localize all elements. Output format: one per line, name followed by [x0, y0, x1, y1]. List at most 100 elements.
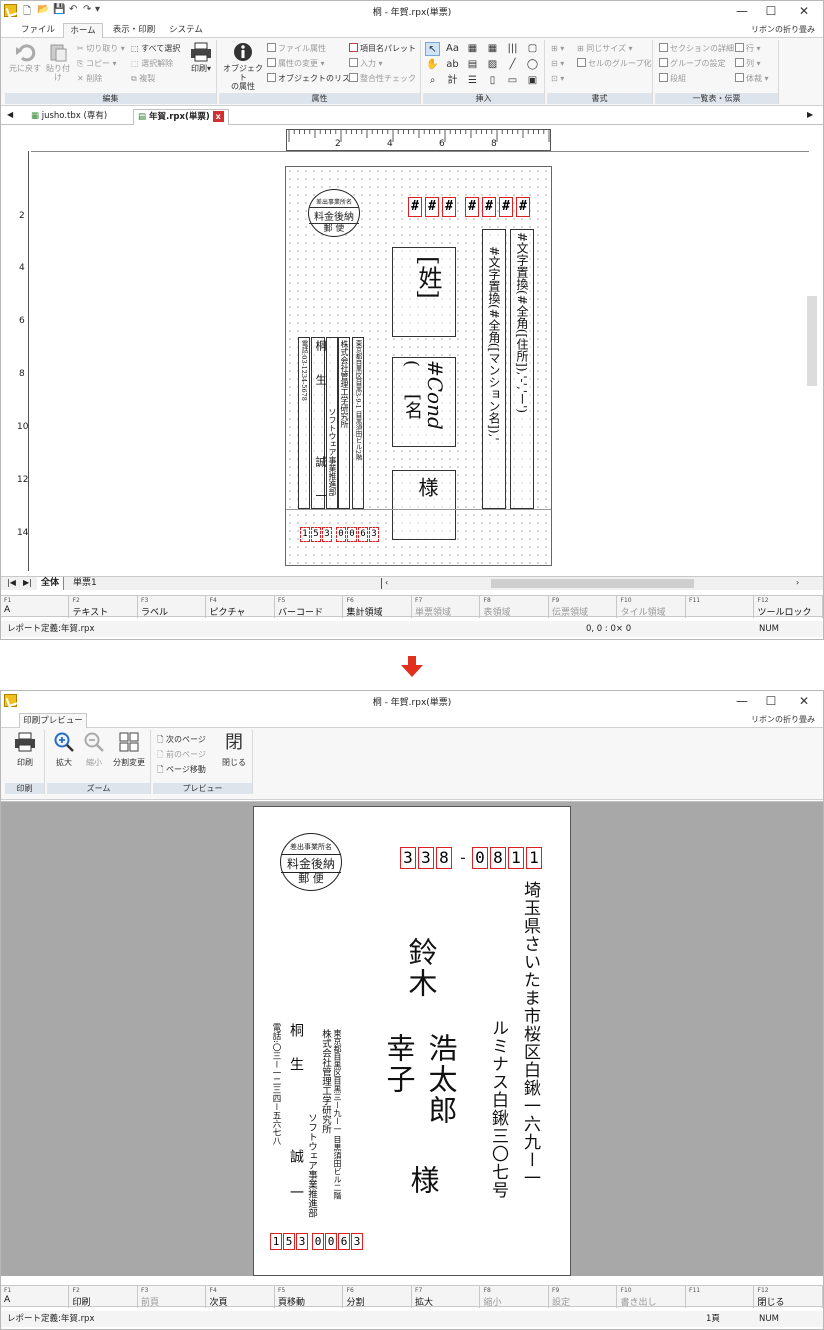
- doc-tab-nenga[interactable]: ▤ 年賀.rpx(単票) x: [133, 109, 229, 125]
- fkey-4[interactable]: F4 次頁: [207, 1286, 275, 1308]
- object-attributes-button[interactable]: オブジェクト の属性: [221, 42, 265, 91]
- fkey-10[interactable]: F10 タイル領域: [618, 596, 686, 618]
- fkey-7[interactable]: F7 単票領域: [412, 596, 480, 618]
- consistency-check-button[interactable]: 整合性チェック: [349, 73, 416, 84]
- input-button[interactable]: 入力 ▾: [349, 58, 383, 69]
- sender-tel-field[interactable]: 電話:03-1234-5678: [298, 337, 310, 509]
- fkey-10[interactable]: F10 書き出し: [618, 1286, 686, 1308]
- cut-button[interactable]: ✂ 切り取り ▾: [77, 43, 125, 54]
- sender-zip-digit-field[interactable]: 1: [300, 527, 310, 542]
- tab-home[interactable]: ホーム: [63, 23, 103, 38]
- close-tab-icon[interactable]: x: [212, 111, 224, 122]
- report-design-area[interactable]: 差出事業所名 料金後納 郵 便 # # # # # # # [姓] #Cond ( [名 様: [285, 166, 552, 566]
- group-setting-button[interactable]: グループの設定: [659, 58, 726, 69]
- postage-stamp-field[interactable]: 差出事業所名 料金後納 郵 便: [308, 189, 360, 237]
- zip-digit-field[interactable]: #: [425, 197, 439, 217]
- preview-print-button[interactable]: 印刷: [9, 732, 41, 767]
- tab-scroll-right-icon[interactable]: ▶: [807, 110, 813, 119]
- sender-zip-digit-field[interactable]: 6: [358, 527, 368, 542]
- surname-field[interactable]: [姓]: [392, 247, 456, 337]
- same-size-button[interactable]: ⊞ 同じサイズ ▾: [577, 43, 633, 54]
- copy-button[interactable]: ⎘ コピー ▾: [77, 58, 117, 69]
- attribute-change-button[interactable]: 属性の変更 ▾: [267, 58, 325, 69]
- fkey-7[interactable]: F7 拡大: [412, 1286, 480, 1308]
- object-list-button[interactable]: オブジェクトのリスト: [267, 73, 358, 84]
- columns-button[interactable]: 段組: [659, 73, 686, 84]
- split-change-button[interactable]: 分割変更: [109, 732, 149, 767]
- frame-tool-icon[interactable]: ▣: [525, 74, 540, 88]
- given-name-field[interactable]: #Cond ( [名: [392, 357, 456, 447]
- rect-tool-icon[interactable]: ▭: [505, 74, 520, 88]
- tab-scroll-left-icon[interactable]: ◀: [7, 110, 13, 119]
- fkey-12[interactable]: F12 ツールロック: [755, 596, 823, 618]
- horizontal-scrollbar-thumb[interactable]: [491, 579, 694, 588]
- col-button[interactable]: 列 ▾: [735, 58, 761, 69]
- hand-tool-icon[interactable]: ✋: [425, 58, 440, 72]
- sender-zip-digit-field[interactable]: 0: [347, 527, 357, 542]
- split-bar[interactable]: [381, 578, 382, 589]
- align-button[interactable]: ⊞ ▾: [551, 43, 564, 54]
- picture-tool-icon[interactable]: ▨: [485, 58, 500, 72]
- list-tool-icon[interactable]: ☰: [465, 74, 480, 88]
- tab-print-preview[interactable]: 印刷プレビュー: [19, 713, 87, 728]
- text-tool-icon[interactable]: Aa: [445, 42, 460, 56]
- zip-digit-field[interactable]: #: [482, 197, 496, 217]
- calc-tool-icon[interactable]: 計: [445, 74, 460, 88]
- fkey-8[interactable]: F8 縮小: [481, 1286, 549, 1308]
- fkey-5[interactable]: F5 頁移動: [275, 1286, 343, 1308]
- table-tool-icon[interactable]: ▤: [465, 58, 480, 72]
- fkey-1[interactable]: F1 A: [1, 1286, 69, 1308]
- zip-digit-field[interactable]: #: [499, 197, 513, 217]
- delete-button[interactable]: ✕ 削除: [77, 73, 102, 84]
- minimize-icon[interactable]: —: [729, 3, 755, 19]
- order-button[interactable]: ⊡ ▾: [551, 73, 564, 84]
- fkey-9[interactable]: F9 伝票領域: [549, 596, 617, 618]
- cell-group-checkbox[interactable]: セルのグループ化: [577, 58, 652, 69]
- zip-digit-field[interactable]: #: [442, 197, 456, 217]
- fkey-9[interactable]: F9 設定: [549, 1286, 617, 1308]
- prev-page-button[interactable]: 🗋 前のページ: [157, 749, 206, 760]
- zip-digit-field[interactable]: #: [408, 197, 422, 217]
- barcode-tool-icon[interactable]: |||: [505, 42, 520, 56]
- item-palette-button[interactable]: 項目名パレット: [349, 43, 416, 54]
- distribute-button[interactable]: ⊟ ▾: [551, 58, 564, 69]
- fkey-11[interactable]: F11: [686, 1286, 754, 1308]
- style-button[interactable]: 体裁 ▾: [735, 73, 769, 84]
- grid2-tool-icon[interactable]: ▦: [485, 42, 500, 56]
- tab-view-print[interactable]: 表示・印刷: [107, 23, 161, 38]
- preview-ribbon-fold-button[interactable]: リボンの折り畳み: [751, 714, 815, 725]
- fkey-6[interactable]: F6 集計領域: [344, 596, 412, 618]
- hscroll-right-icon[interactable]: ›: [796, 578, 799, 587]
- fkey-6[interactable]: F6 分割: [344, 1286, 412, 1308]
- fkey-2[interactable]: F2 印刷: [70, 1286, 138, 1308]
- zip-digit-field[interactable]: #: [516, 197, 530, 217]
- tab-system[interactable]: システム: [164, 23, 208, 38]
- sheet-nav-first-icon[interactable]: |◀: [7, 578, 16, 587]
- zip-digit-field[interactable]: #: [465, 197, 479, 217]
- print-button[interactable]: 印刷▾: [187, 42, 215, 73]
- sender-company-field[interactable]: 株式会社管理工学研究所: [338, 337, 350, 509]
- sender-dept-field[interactable]: ソフトウェア事業推進部: [326, 337, 338, 509]
- sheet-nav-last-icon[interactable]: ▶|: [23, 578, 32, 587]
- sender-zip-digit-field[interactable]: 3: [322, 527, 332, 542]
- close-window-icon[interactable]: ✕: [791, 3, 817, 19]
- pointer-tool-icon[interactable]: ↖: [425, 42, 440, 56]
- ellipse-tool-icon[interactable]: ◯: [525, 58, 540, 72]
- line-tool-icon[interactable]: ╱: [505, 58, 520, 72]
- fkey-11[interactable]: F11: [686, 596, 754, 618]
- maximize-icon[interactable]: ☐: [758, 3, 784, 19]
- building-field[interactable]: #文字置換(#全角([マンション名]),': [482, 229, 506, 509]
- sender-zip-digit-field[interactable]: 3: [369, 527, 379, 542]
- fkey-12[interactable]: F12 閉じる: [755, 1286, 823, 1308]
- section-detail-button[interactable]: セクションの詳細: [659, 43, 734, 54]
- sheet-tab-all[interactable]: 全体: [37, 577, 65, 590]
- deselect-button[interactable]: ⬚ 選択解除: [131, 58, 173, 69]
- zoom-in-button[interactable]: 拡大: [49, 732, 79, 767]
- address-field[interactable]: #文字置換(#全角([住所]),'-','ー'): [510, 229, 534, 509]
- goto-page-button[interactable]: 🗋 ページ移動: [157, 764, 206, 775]
- rounded-rect-tool-icon[interactable]: ▢: [525, 42, 540, 56]
- preview-close-window-icon[interactable]: ✕: [791, 693, 817, 709]
- undo-button[interactable]: 元に戻す: [7, 42, 43, 73]
- preview-maximize-icon[interactable]: ☐: [758, 693, 784, 709]
- sender-zip-digit-field[interactable]: 0: [336, 527, 346, 542]
